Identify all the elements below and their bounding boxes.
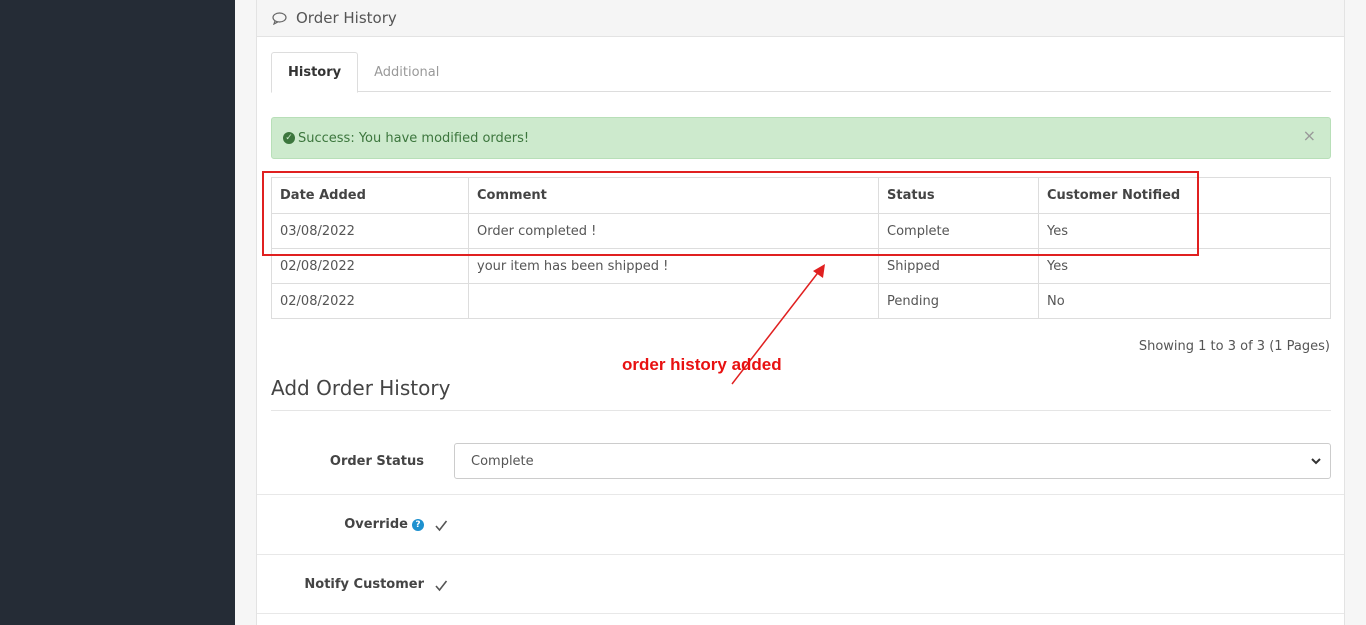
alert-message: Success: You have modified orders! [298,130,530,146]
add-history-title: Add Order History [271,376,1331,411]
check-circle-icon: ✓ [283,132,295,144]
help-icon[interactable]: ? [412,519,424,531]
cell-date: 02/08/2022 [271,283,469,319]
order-status-value: Complete [471,453,534,469]
success-alert: ✓ Success: You have modified orders! × [271,117,1331,159]
close-icon[interactable]: × [1303,126,1316,145]
override-label-group: Override? [257,517,424,532]
override-checkbox[interactable] [434,519,448,533]
annotation-highlight-box [262,171,1199,256]
content-gutter [235,0,256,625]
order-status-label: Order Status [329,453,424,469]
sidebar [0,0,235,625]
panel-title: Order History [296,9,397,27]
notify-customer-label: Notify Customer [304,576,424,592]
tab-additional[interactable]: Additional [358,52,455,92]
cell-status: Pending [878,283,1039,319]
chevron-down-icon [1311,458,1321,465]
notify-row: Notify Customer [257,555,1344,614]
tab-history[interactable]: History [271,52,359,93]
override-row: Override? [257,495,1344,555]
order-history-panel: Order History History Additional ✓ Succe… [256,0,1345,625]
notify-checkbox[interactable] [434,579,448,593]
cell-notified: No [1038,283,1331,319]
comment-icon [271,11,287,25]
pagination-info: Showing 1 to 3 of 3 (1 Pages) [1138,339,1330,354]
order-status-row: Order Status Complete [257,428,1344,495]
panel-heading: Order History [257,0,1344,37]
tab-bar: History Additional [271,52,1331,93]
order-status-select[interactable]: Complete [454,443,1331,479]
annotation-text: order history added [622,355,782,374]
override-label: Override [344,517,408,532]
